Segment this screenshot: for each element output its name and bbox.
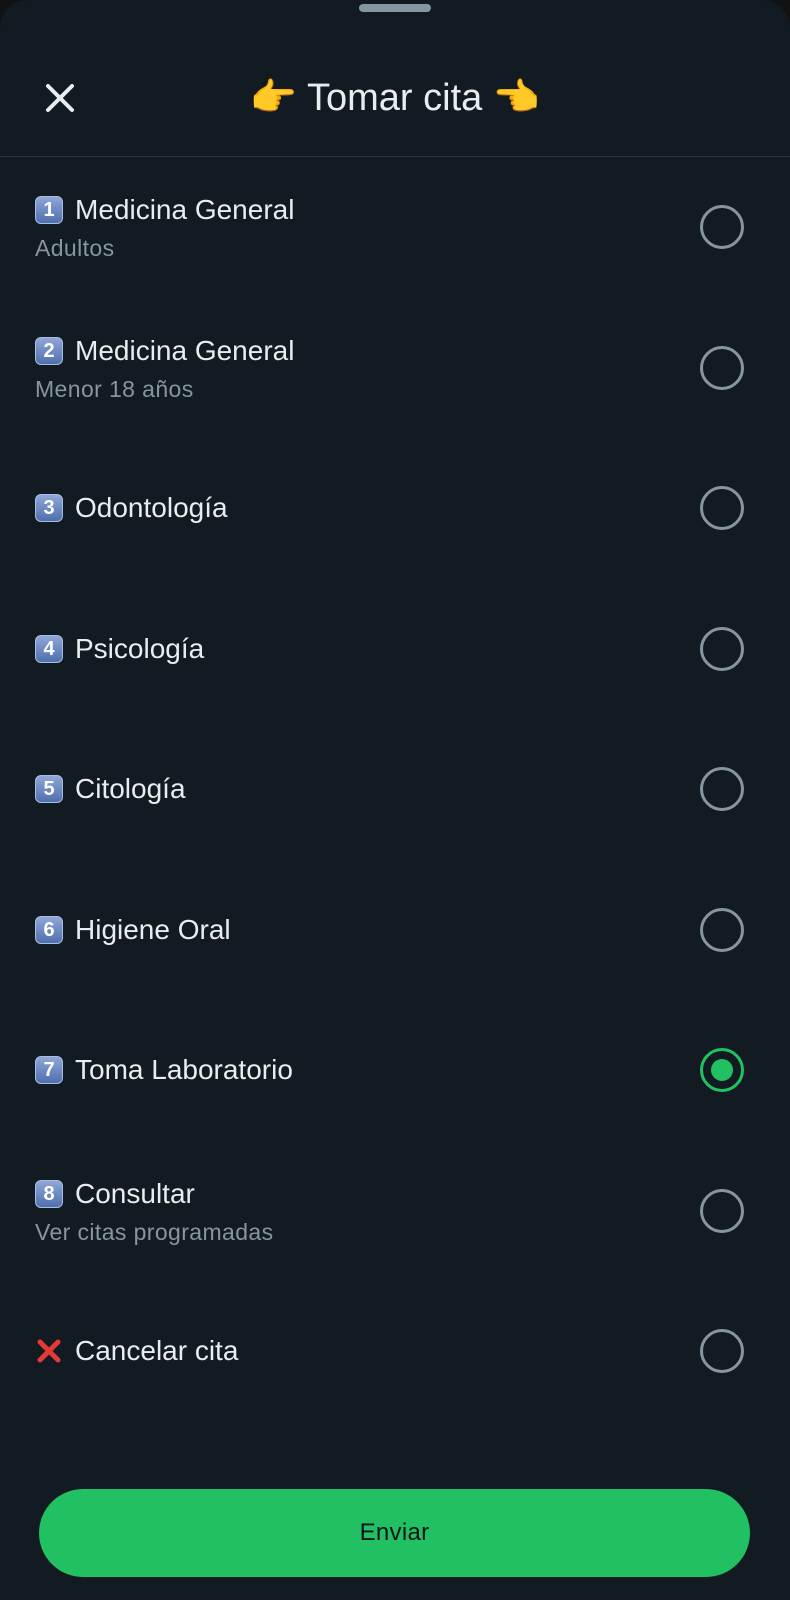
radio-button[interactable] <box>700 1188 744 1233</box>
radio-button[interactable] <box>700 626 744 671</box>
radio-button[interactable] <box>700 1329 744 1374</box>
option-psicologia[interactable]: 4 Psicología <box>0 579 790 720</box>
option-toma-laboratorio[interactable]: 7 Toma Laboratorio <box>0 1000 790 1141</box>
option-label: Toma Laboratorio <box>75 1054 293 1086</box>
option-label: Higiene Oral <box>75 913 231 945</box>
page-title: 👉 Tomar cita 👈 <box>249 77 541 119</box>
option-label: Consultar <box>75 1177 195 1209</box>
option-label: Medicina General <box>75 194 295 226</box>
bottom-sheet: 👉 Tomar cita 👈 1 Medicina General Adulto… <box>0 0 790 1600</box>
option-subtitle: Adultos <box>35 235 115 262</box>
keycap-1-icon: 1 <box>35 196 63 225</box>
sheet-header: 👉 Tomar cita 👈 <box>0 28 790 157</box>
option-subtitle: Menor 18 años <box>35 375 194 402</box>
option-citologia[interactable]: 5 Citología <box>0 719 790 860</box>
option-higiene-oral[interactable]: 6 Higiene Oral <box>0 860 790 1001</box>
radio-button[interactable] <box>700 205 744 250</box>
radio-button[interactable] <box>700 767 744 812</box>
keycap-8-icon: 8 <box>35 1179 63 1208</box>
send-button[interactable]: Enviar <box>39 1489 750 1577</box>
cross-mark-icon <box>35 1337 63 1365</box>
keycap-6-icon: 6 <box>35 915 63 944</box>
option-consultar[interactable]: 8 Consultar Ver citas programadas <box>0 1141 790 1282</box>
keycap-5-icon: 5 <box>35 775 63 804</box>
option-cancelar-cita[interactable]: Cancelar cita <box>0 1281 790 1422</box>
option-label: Odontología <box>75 492 228 524</box>
keycap-2-icon: 2 <box>35 336 63 365</box>
radio-button[interactable] <box>700 345 744 390</box>
drag-handle[interactable] <box>359 4 431 12</box>
radio-button-selected[interactable] <box>700 1048 744 1093</box>
keycap-7-icon: 7 <box>35 1056 63 1085</box>
option-medicina-general-adultos[interactable]: 1 Medicina General Adultos <box>0 157 790 298</box>
options-list: 1 Medicina General Adultos 2 Medicina Ge… <box>0 157 790 1422</box>
keycap-4-icon: 4 <box>35 634 63 663</box>
option-label: Cancelar cita <box>75 1335 239 1367</box>
radio-button[interactable] <box>700 907 744 952</box>
option-medicina-general-menor[interactable]: 2 Medicina General Menor 18 años <box>0 298 790 439</box>
keycap-3-icon: 3 <box>35 494 63 523</box>
option-subtitle: Ver citas programadas <box>35 1218 274 1245</box>
option-label: Citología <box>75 773 186 805</box>
option-label: Medicina General <box>75 334 295 366</box>
option-label: Psicología <box>75 632 205 664</box>
option-odontologia[interactable]: 3 Odontología <box>0 438 790 579</box>
radio-button[interactable] <box>700 486 744 531</box>
